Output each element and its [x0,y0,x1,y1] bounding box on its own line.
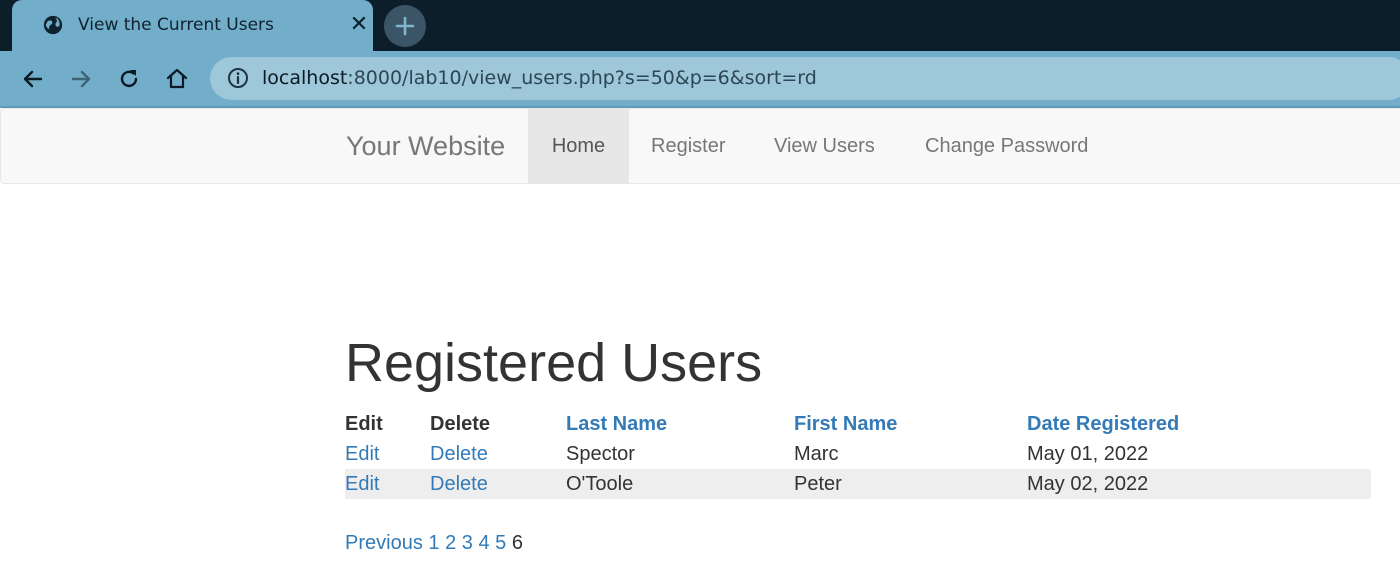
delete-link[interactable]: Delete [430,443,488,465]
date-registered-cell: May 02, 2022 [1027,472,1149,495]
date-registered-cell: May 01, 2022 [1027,442,1149,465]
delete-link[interactable]: Delete [430,473,488,495]
plus-icon [395,16,415,36]
first-name-cell: Peter [794,472,842,495]
nav-item-change-password[interactable]: Change Password [925,109,1088,184]
back-arrow-icon[interactable] [20,66,46,92]
reload-icon[interactable] [116,66,142,92]
page-link-4[interactable]: 4 [478,532,489,554]
column-header-delete: Delete [430,412,491,435]
last-name-cell: Spector [566,442,635,465]
sort-first-name-link[interactable]: First Name [794,409,1027,439]
close-icon[interactable]: ✕ [349,14,369,36]
page-link-2[interactable]: 2 [445,532,456,554]
previous-page-link[interactable]: Previous [345,532,423,554]
url-text[interactable]: localhost:8000/lab10/view_users.php?s=50… [262,67,817,89]
new-tab-button[interactable] [384,5,426,47]
sort-date-registered-link[interactable]: Date Registered [1027,409,1371,439]
table-row: Edit Delete O'Toole Peter May 02, 2022 [345,469,1371,499]
address-bar[interactable]: localhost:8000/lab10/view_users.php?s=50… [210,57,1400,100]
site-navbar: Your Website Home Register View Users Ch… [0,108,1400,184]
tab-title: View the Current Users [78,15,274,35]
nav-item-view-users[interactable]: View Users [774,109,875,184]
first-name-cell: Marc [794,442,839,465]
url-path: :8000/lab10/view_users.php?s=50&p=6&sort… [347,67,817,89]
home-icon[interactable] [164,66,190,92]
browser-tab[interactable]: View the Current Users ✕ [12,0,373,51]
users-table: Edit Delete Last Name First Name Date Re… [345,409,1371,499]
forward-arrow-icon[interactable] [68,66,94,92]
page-link-5[interactable]: 5 [495,532,506,554]
page-title: Registered Users [345,333,763,393]
nav-item-register[interactable]: Register [651,109,725,184]
brand-link[interactable]: Your Website [346,131,505,162]
edit-link[interactable]: Edit [345,443,379,465]
page-link-3[interactable]: 3 [462,532,473,554]
sort-last-name-link[interactable]: Last Name [566,409,794,439]
table-row: Edit Delete Spector Marc May 01, 2022 [345,439,1371,469]
browser-tab-strip: View the Current Users ✕ [0,0,1400,51]
last-name-cell: O'Toole [566,472,634,495]
column-header-edit: Edit [345,412,383,435]
edit-link[interactable]: Edit [345,473,379,495]
info-icon[interactable] [227,67,249,89]
table-header-row: Edit Delete Last Name First Name Date Re… [345,409,1371,439]
nav-item-home[interactable]: Home [528,109,629,184]
url-host: localhost [262,67,348,89]
globe-icon [43,15,63,35]
current-page: 6 [511,532,523,554]
page-link-1[interactable]: 1 [428,532,439,554]
browser-toolbar: localhost:8000/lab10/view_users.php?s=50… [0,51,1400,108]
pagination: Previous 1 2 3 4 5 6 [345,532,523,555]
